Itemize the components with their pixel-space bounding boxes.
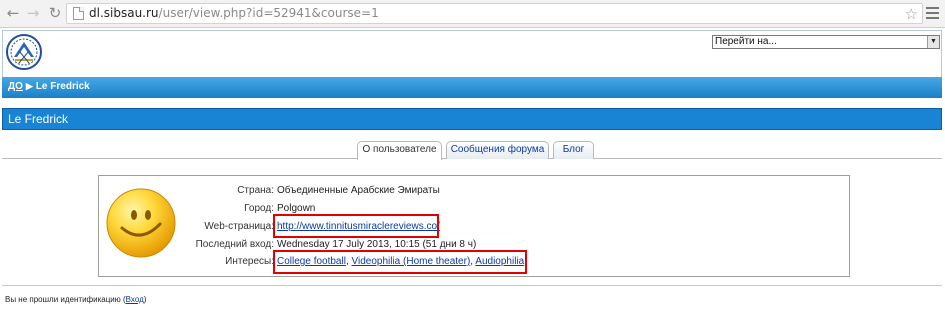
login-info: Вы не прошли идентификацию (Вход) [5,295,146,304]
country-value: Объединенные Арабские Эмираты [277,185,440,196]
profile-row-city: Город: Polgown [100,202,840,216]
login-info-suffix: ) [143,295,147,304]
university-logo-icon[interactable] [5,33,43,71]
reload-icon[interactable]: ↻ [46,4,64,22]
interests-label: Интересы: [225,256,274,267]
url-text[interactable]: dl.sibsau.ru/user/view.php?id=52941&cour… [89,6,379,20]
web-highlight-box [273,214,439,238]
chevron-down-icon: ▼ [927,36,939,48]
url-host: dl.sibsau.ru [89,6,159,20]
tab-blog[interactable]: Блог [553,141,594,159]
browser-menu-icon[interactable] [926,4,939,22]
page-icon [73,7,84,20]
page-title-bar: Le Fredrick [2,108,942,130]
bookmark-star-icon[interactable]: ☆ [905,5,918,23]
web-label: Web-страница: [204,221,274,232]
page-title: Le Fredrick [8,112,69,126]
city-label: Город: [244,203,274,214]
url-path: /user/view.php?id=52941&course=1 [158,6,379,20]
profile-row-web: Web-страница: http://www.tinnitusmiracle… [100,220,840,234]
back-arrow-icon[interactable]: ← [4,4,22,22]
breadcrumb-separator: ▶ [25,81,33,91]
browser-toolbar: ← → ↻ dl.sibsau.ru/user/view.php?id=5294… [0,0,945,28]
login-info-prefix: Вы не прошли идентификацию ( [5,295,126,304]
profile-row-country: Страна: Объединенные Арабские Эмираты [100,184,840,198]
country-label: Страна: [237,185,274,196]
tab-forum-posts[interactable]: Сообщения форума [446,141,549,159]
last-access-label: Последний вход: [195,239,274,250]
interests-highlight-box [273,250,527,274]
forward-arrow-icon[interactable]: → [24,4,42,22]
address-bar[interactable]: dl.sibsau.ru/user/view.php?id=52941&cour… [66,3,923,24]
jump-to-select-value: Перейти на... [715,36,777,47]
login-link[interactable]: Вход [126,295,144,304]
breadcrumb: ДО ▶ Le Fredrick [8,81,90,92]
breadcrumb-current: Le Fredrick [35,81,90,92]
breadcrumb-home-link[interactable]: ДО [8,81,23,92]
tab-profile[interactable]: О пользователе [357,141,442,160]
footer-divider [2,285,942,286]
navbar: ДО ▶ Le Fredrick [2,77,942,98]
jump-to-select[interactable]: Перейти на... ▼ [712,35,940,49]
